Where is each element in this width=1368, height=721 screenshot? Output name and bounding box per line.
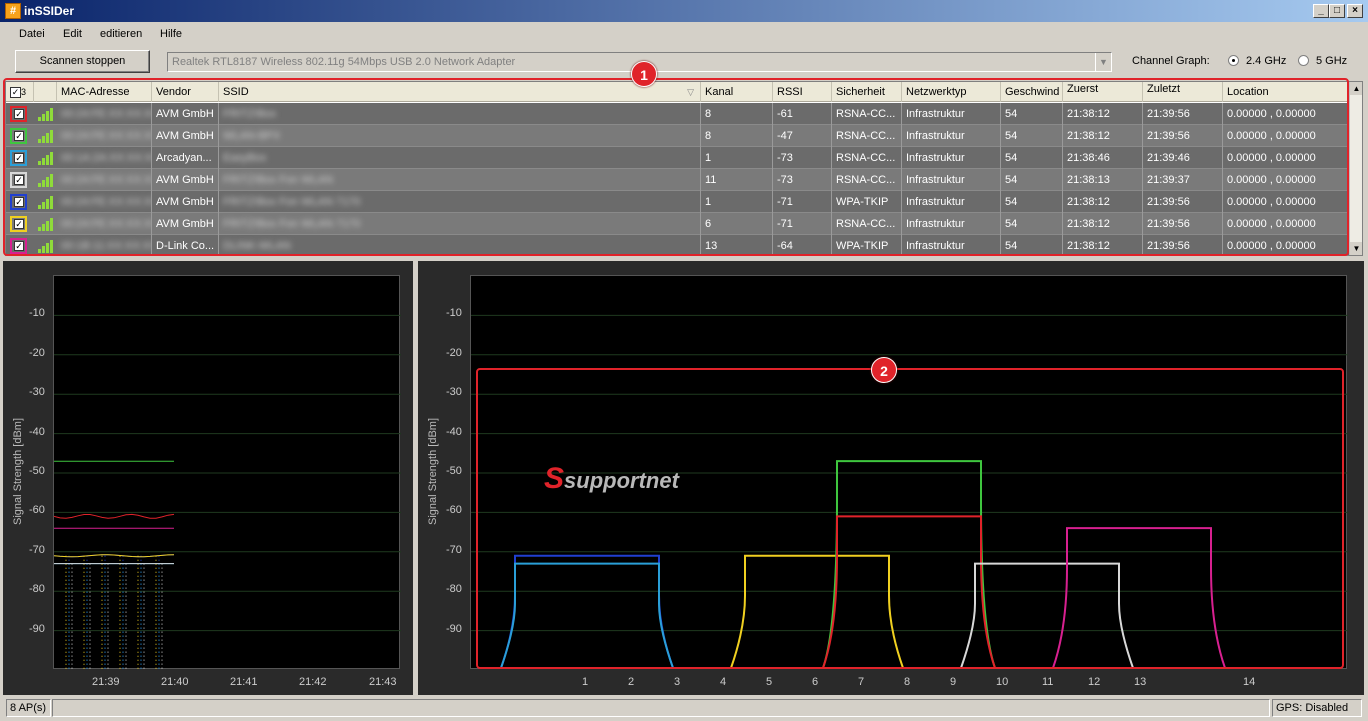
- y-tick-label: -90: [446, 622, 462, 635]
- annotation-frame-2: [476, 368, 1344, 669]
- y-tick-label: -10: [29, 307, 45, 320]
- close-button[interactable]: ×: [1347, 4, 1363, 18]
- y-tick-label: -30: [29, 386, 45, 399]
- time-graph-panel: Signal Strength [dBm] -10 -20 -30 -40 -50 -60…: [3, 261, 413, 695]
- x-tick-label: 9: [950, 676, 957, 688]
- time-graph-ylabel: Signal Strength [dBm]: [12, 417, 24, 525]
- x-tick-label: 7: [858, 676, 865, 688]
- scroll-down-icon[interactable]: ▼: [1350, 242, 1362, 255]
- minimize-button[interactable]: _: [1313, 4, 1329, 18]
- maximize-button[interactable]: □: [1329, 4, 1345, 18]
- y-tick-label: -40: [446, 425, 462, 438]
- menu-editieren[interactable]: editieren: [100, 28, 142, 40]
- x-tick-label: 10: [996, 676, 1009, 688]
- status-spacer: [52, 699, 1270, 717]
- x-tick-label: 21:42: [299, 676, 327, 688]
- y-tick-label: -20: [29, 346, 45, 359]
- x-tick-label: 11: [1042, 676, 1054, 688]
- x-tick-label: 3: [674, 676, 681, 688]
- menu-bar: Datei Edit editieren Hilfe: [0, 22, 1368, 46]
- y-tick-label: -60: [446, 504, 462, 517]
- x-tick-label: 5: [766, 676, 773, 688]
- channel-graph-label: Channel Graph:: [1132, 55, 1210, 67]
- x-tick-label: 21:41: [230, 676, 258, 688]
- x-tick-label: 4: [720, 676, 727, 688]
- menu-edit[interactable]: Edit: [63, 28, 82, 40]
- y-tick-label: -50: [29, 465, 45, 477]
- y-tick-label: -40: [29, 425, 45, 438]
- y-tick-label: -20: [446, 346, 462, 359]
- annotation-badge-1: 1: [631, 61, 657, 87]
- status-bar: 8 AP(s) GPS: Disabled: [0, 697, 1368, 721]
- y-tick-label: -80: [29, 583, 45, 596]
- y-tick-label: -90: [29, 622, 45, 635]
- adapter-name: Realtek RTL8187 Wireless 802.11g 54Mbps …: [172, 56, 516, 68]
- radio-5ghz[interactable]: [1298, 55, 1309, 66]
- y-tick-label: -70: [446, 543, 462, 556]
- annotation-badge-2: 2: [871, 357, 897, 383]
- table-scrollbar[interactable]: ▲ ▼: [1349, 82, 1362, 255]
- radio-24ghz[interactable]: [1228, 55, 1239, 66]
- radio-24ghz-label: 2.4 GHz: [1246, 55, 1287, 67]
- hash-icon: #: [5, 3, 21, 19]
- y-tick-label: -70: [29, 543, 45, 556]
- x-tick-label: 2: [628, 676, 635, 688]
- x-tick-label: 13: [1134, 676, 1147, 688]
- x-tick-label: 12: [1088, 676, 1101, 688]
- x-tick-label: 21:43: [369, 676, 397, 688]
- x-tick-label: 6: [812, 676, 819, 688]
- time-graph-plot: [53, 275, 401, 670]
- gps-status: GPS: Disabled: [1272, 699, 1362, 717]
- x-tick-label: 8: [904, 676, 911, 688]
- time-graph-svg: [54, 314, 401, 670]
- title-bar: # inSSIDer _ □ ×: [0, 0, 1368, 22]
- scan-stop-button[interactable]: Scannen stoppen: [15, 50, 150, 73]
- x-tick-label: 21:39: [92, 676, 120, 688]
- ap-count: 8 AP(s): [6, 699, 51, 717]
- window-title: inSSIDer: [24, 4, 75, 18]
- chevron-down-icon[interactable]: ▼: [1095, 53, 1111, 71]
- y-tick-label: -10: [446, 307, 462, 320]
- x-tick-label: 14: [1243, 676, 1256, 688]
- y-tick-label: -60: [29, 504, 45, 517]
- menu-datei[interactable]: Datei: [19, 28, 45, 40]
- menu-hilfe[interactable]: Hilfe: [160, 28, 182, 40]
- x-tick-label: 1: [582, 676, 589, 688]
- signal-trace: [54, 513, 175, 519]
- scroll-up-icon[interactable]: ▲: [1350, 82, 1362, 95]
- y-tick-label: -30: [446, 386, 462, 399]
- radio-5ghz-label: 5 GHz: [1316, 55, 1348, 67]
- x-tick-label: 21:40: [161, 676, 189, 688]
- channel-graph-ylabel: Signal Strength [dBm]: [427, 417, 439, 525]
- y-tick-label: -50: [446, 465, 462, 477]
- annotation-frame-1: [3, 78, 1349, 256]
- y-tick-label: -80: [446, 583, 462, 596]
